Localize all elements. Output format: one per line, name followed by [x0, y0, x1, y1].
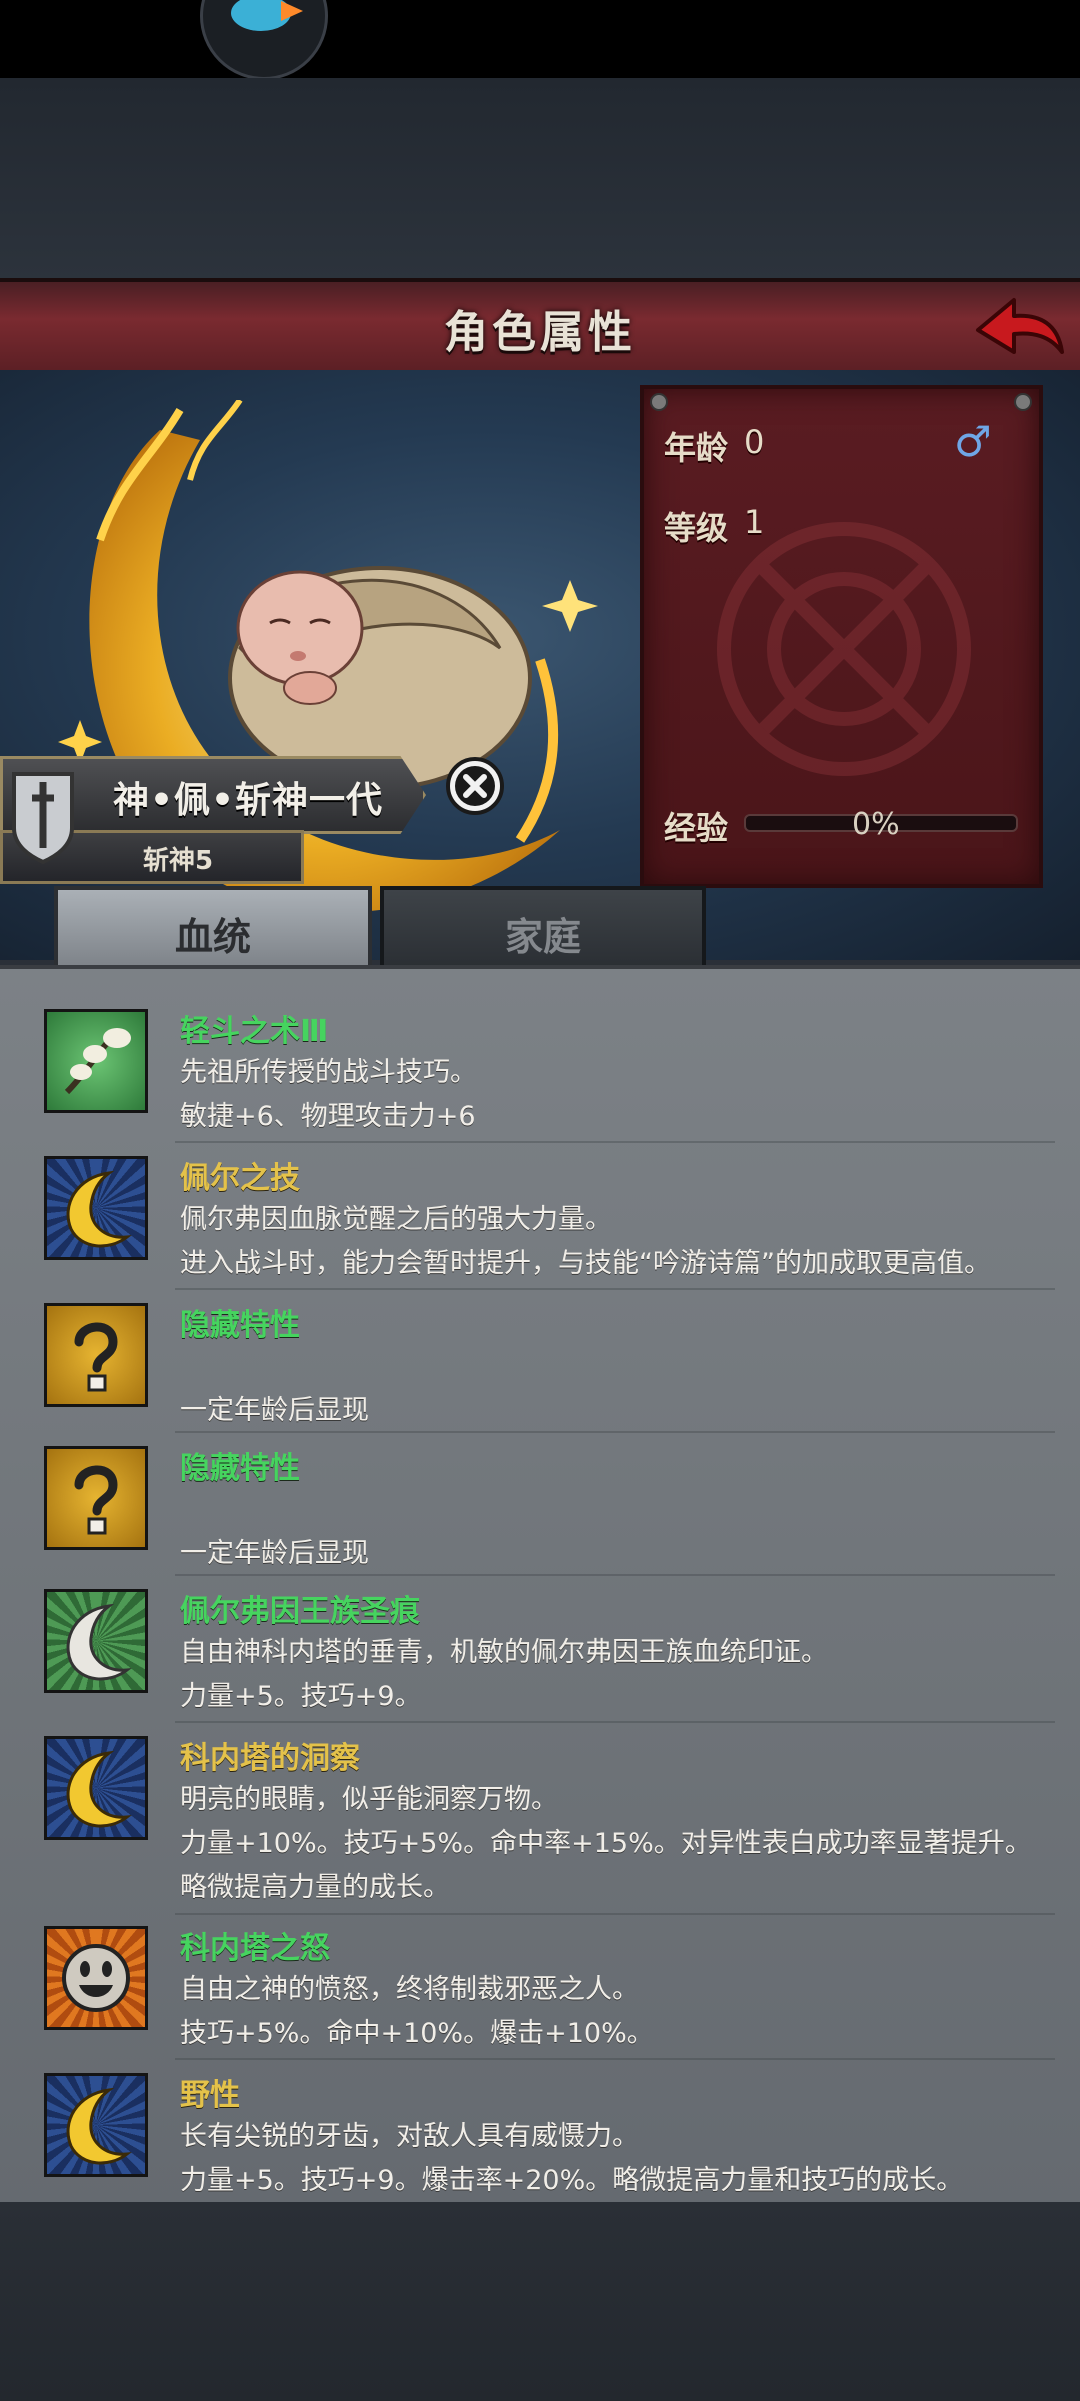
tab-family-label: 家庭	[504, 915, 581, 959]
trait-list[interactable]: 轻斗之术Ⅲ 先祖所传授的战斗技巧。 敏捷+6、物理攻击力+6 佩尔之技 佩尔弗因…	[0, 965, 1080, 2206]
trait-title: 野性	[180, 2078, 240, 2113]
divider	[175, 1913, 1055, 1915]
trait-description: 一定年龄后显现	[180, 1538, 369, 1569]
character-subtitle: 斩神5	[143, 846, 214, 876]
divider	[175, 1288, 1055, 1290]
age-label: 年龄	[664, 429, 729, 467]
divider	[175, 1141, 1055, 1143]
silver-crescent-icon	[44, 1589, 148, 1693]
celtic-knot-icon	[717, 522, 971, 776]
trait-description: 敏捷+6、物理攻击力+6	[180, 1101, 476, 1132]
page-title: 角色属性	[444, 307, 636, 358]
status-bar	[0, 0, 1080, 80]
question-mark-icon	[44, 1446, 148, 1550]
bottom-background	[0, 2202, 1080, 2401]
tab-lineage-label: 血统	[174, 915, 251, 959]
divider	[175, 1574, 1055, 1576]
trait-title: 轻斗之术Ⅲ	[180, 1014, 329, 1049]
trait-description: 技巧+5%。命中+10%。爆击+10%。	[180, 2018, 654, 2049]
male-gender-icon: ♂	[954, 417, 992, 466]
trait-title: 佩尔之技	[180, 1161, 300, 1196]
exp-value: 0%	[852, 807, 900, 842]
trait-description: 力量+5。技巧+9。	[180, 1681, 422, 1712]
question-mark-icon	[44, 1303, 148, 1407]
stats-panel: 年龄 0 ♂ 等级 1 经验 0%	[640, 385, 1043, 888]
exp-label: 经验	[664, 809, 729, 847]
close-icon[interactable]	[444, 755, 506, 817]
tab-family[interactable]: 家庭	[380, 886, 706, 974]
trait-title: 隐藏特性	[180, 1451, 300, 1486]
age-value: 0	[744, 423, 765, 461]
back-arrow-icon[interactable]	[970, 290, 1068, 364]
divider	[175, 1721, 1055, 1723]
tab-lineage[interactable]: 血统	[54, 886, 372, 974]
trait-description: 力量+5。技巧+9。爆击率+20%。略微提高力量和技巧的成长。	[180, 2165, 964, 2196]
crescent-moon-icon	[44, 1736, 148, 1840]
trait-title: 科内塔之怒	[180, 1931, 330, 1966]
level-value: 1	[744, 503, 765, 541]
trait-description: 略微提高力量的成长。	[180, 1872, 450, 1903]
pin-icon	[1014, 393, 1032, 411]
shield-sword-icon	[12, 772, 74, 864]
top-background	[0, 78, 1080, 280]
pin-icon	[650, 393, 668, 411]
trait-description: 明亮的眼睛，似乎能洞察万物。	[180, 1784, 558, 1815]
trait-description: 佩尔弗因血脉觉醒之后的强大力量。	[180, 1204, 612, 1235]
trait-description: 长有尖锐的牙齿，对敌人具有威慑力。	[180, 2121, 639, 2152]
beak-icon	[281, 1, 303, 21]
divider	[175, 1431, 1055, 1433]
trait-title: 佩尔弗因王族圣痕	[180, 1594, 420, 1629]
trait-description: 进入战斗时，能力会暂时提升，与技能“吟游诗篇”的加成取更高值。	[180, 1248, 991, 1279]
divider	[175, 2058, 1055, 2060]
trait-description: 力量+10%。技巧+5%。命中率+15%。对异性表白成功率显著提升。	[180, 1828, 1032, 1859]
top-avatar[interactable]	[200, 0, 328, 80]
crescent-moon-icon	[44, 2073, 148, 2177]
level-label: 等级	[664, 509, 729, 547]
trait-description: 先祖所传授的战斗技巧。	[180, 1057, 477, 1088]
smiley-face-icon	[44, 1926, 148, 2030]
trait-title: 隐藏特性	[180, 1308, 300, 1343]
trait-title: 科内塔的洞察	[180, 1741, 360, 1776]
trait-description: 自由之神的愤怒，终将制裁邪恶之人。	[180, 1974, 639, 2005]
title-banner: 角色属性	[0, 278, 1080, 380]
trait-description: 一定年龄后显现	[180, 1395, 369, 1426]
trait-description: 自由神科内塔的垂青，机敏的佩尔弗因王族血统印证。	[180, 1637, 828, 1668]
crescent-moon-icon	[44, 1156, 148, 1260]
character-name: 神•佩•斩神一代	[113, 780, 384, 821]
twig-icon	[44, 1009, 148, 1113]
